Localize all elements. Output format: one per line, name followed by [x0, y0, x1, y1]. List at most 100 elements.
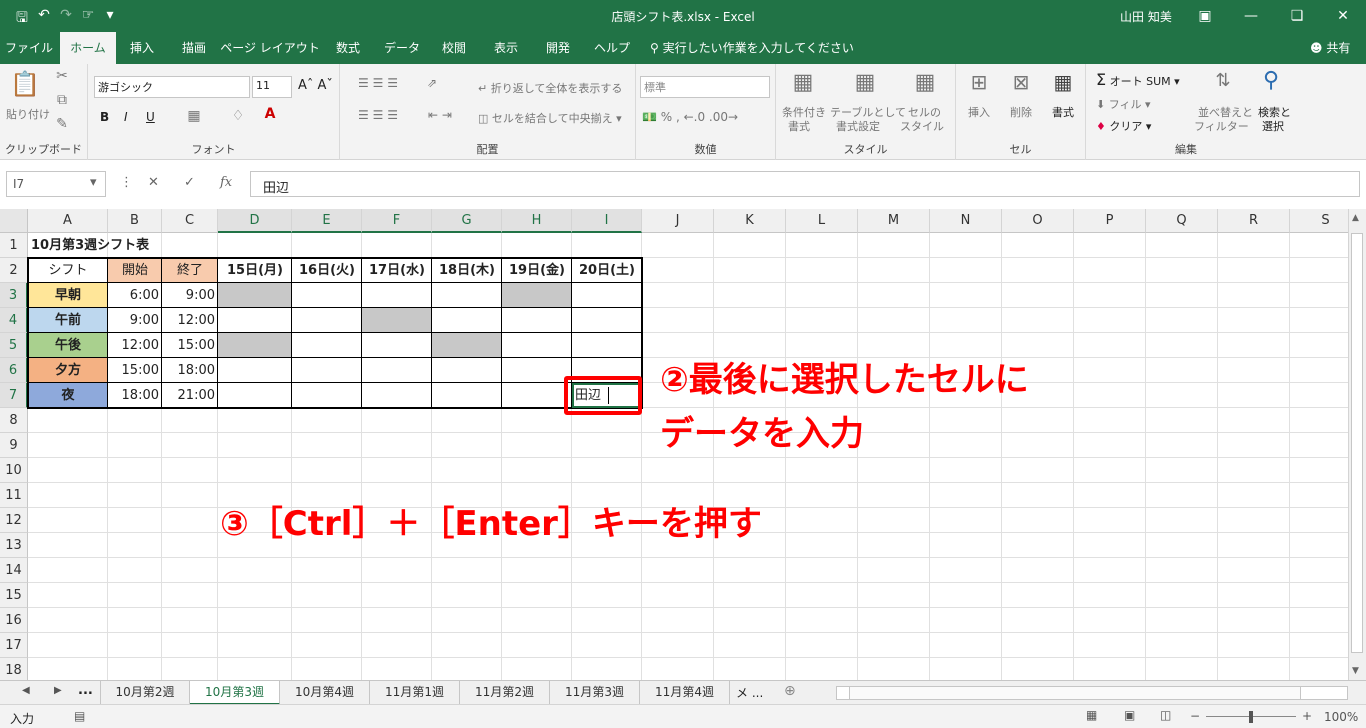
column-header[interactable]: M — [858, 209, 930, 233]
minimize-icon[interactable]: — — [1228, 0, 1274, 32]
scroll-thumb[interactable] — [1351, 233, 1363, 653]
number-format-select[interactable]: 標準 — [640, 76, 770, 98]
share-button[interactable]: ☻ 共有 — [1310, 32, 1350, 64]
bold-button[interactable]: B — [100, 110, 109, 124]
horizontal-scroll-thumb[interactable] — [849, 687, 1301, 699]
column-header[interactable]: B — [108, 209, 162, 233]
zoom-level[interactable]: 100% — [1324, 710, 1358, 724]
horizontal-scrollbar[interactable] — [836, 686, 1348, 700]
scroll-up-icon[interactable]: ▲ — [1352, 213, 1359, 223]
paste-button[interactable]: 貼り付け — [6, 106, 50, 122]
underline-button[interactable]: U — [146, 110, 155, 124]
row-header[interactable]: 8 — [0, 408, 28, 433]
indent-icons[interactable]: ⇤ ⇥ — [420, 108, 460, 122]
format-table-button-line2[interactable]: 書式設定 — [836, 118, 880, 134]
border-icon[interactable]: ▦ — [184, 108, 204, 124]
column-header[interactable]: G — [432, 209, 502, 233]
sort-filter-icon[interactable]: ⇅ — [1208, 70, 1238, 91]
cell-style-icon[interactable]: ▦ — [910, 70, 940, 95]
row-header[interactable]: 11 — [0, 483, 28, 508]
more-sheets-right[interactable]: メ ... — [736, 684, 763, 701]
conditional-format-icon[interactable]: ▦ — [788, 70, 818, 95]
tab-developer[interactable]: 開発 — [532, 32, 584, 64]
tab-formulas[interactable]: 数式 — [320, 32, 376, 64]
font-size-select[interactable]: 11 — [252, 76, 292, 98]
column-header[interactable]: K — [714, 209, 786, 233]
column-header[interactable]: L — [786, 209, 858, 233]
font-color-icon[interactable]: A — [260, 106, 280, 122]
insert-cells-icon[interactable]: ⊞ — [964, 70, 994, 94]
cell-style-button-line2[interactable]: スタイル — [900, 118, 944, 134]
column-header[interactable]: R — [1218, 209, 1290, 233]
scroll-tabs-left-icon[interactable]: ◀ — [22, 685, 30, 696]
row-header[interactable]: 5 — [0, 333, 28, 358]
restore-icon[interactable]: ❏ — [1274, 0, 1320, 32]
row-header[interactable]: 14 — [0, 558, 28, 583]
row-header[interactable]: 6 — [0, 358, 28, 383]
copy-icon[interactable]: ⧉ — [52, 92, 72, 108]
format-cells-icon[interactable]: ▦ — [1048, 70, 1078, 94]
insert-function-icon[interactable]: fx — [220, 175, 232, 190]
tab-insert[interactable]: 挿入 — [116, 32, 168, 64]
orientation-icon[interactable]: ⇗ — [420, 76, 444, 90]
sheet-tab[interactable]: 11月第3週 — [550, 681, 640, 705]
column-header[interactable]: I — [572, 209, 642, 233]
sheet-tab[interactable]: 11月第1週 — [370, 681, 460, 705]
grow-font-icon[interactable]: Aˆ Aˇ — [298, 78, 333, 93]
tab-data[interactable]: データ — [376, 32, 428, 64]
horizontal-align-icons[interactable]: ☰ ☰ ☰ — [348, 108, 408, 122]
tell-me-box[interactable]: ⚲ 実行したい作業を入力してください — [650, 32, 854, 64]
user-name[interactable]: 山田 知美 — [1120, 8, 1172, 25]
column-header[interactable]: O — [1002, 209, 1074, 233]
delete-cells-icon[interactable]: ⊠ — [1006, 70, 1036, 94]
sheet-tab-active[interactable]: 10月第3週 — [190, 681, 280, 705]
fill-color-icon[interactable]: ♢ — [228, 108, 248, 124]
number-format-icons[interactable]: 💵 % , ←.0 .00→ — [642, 110, 738, 124]
cancel-icon[interactable]: ✕ — [148, 175, 159, 190]
vertical-scrollbar[interactable]: ▲ ▼ — [1348, 209, 1366, 680]
column-header[interactable]: E — [292, 209, 362, 233]
format-painter-icon[interactable]: ✎ — [52, 116, 72, 132]
scroll-down-icon[interactable]: ▼ — [1352, 666, 1359, 676]
fill-button[interactable]: ⬇ フィル ▾ — [1096, 96, 1151, 112]
sort-filter-button-line2[interactable]: フィルター — [1194, 118, 1249, 134]
ribbon-display-icon[interactable]: ▣ — [1182, 0, 1228, 32]
column-header[interactable]: A — [28, 209, 108, 233]
more-sheets-left[interactable]: ... — [78, 683, 93, 698]
wrap-text-button[interactable]: ↵ 折り返して全体を表示する — [478, 80, 622, 96]
row-header[interactable]: 16 — [0, 608, 28, 633]
scroll-tabs-right-icon[interactable]: ▶ — [54, 685, 62, 696]
sheet-tab[interactable]: 10月第2週 — [100, 681, 190, 705]
column-header[interactable]: J — [642, 209, 714, 233]
delete-cells-button[interactable]: 削除 — [1010, 104, 1032, 120]
page-break-view-icon[interactable]: ◫ — [1160, 708, 1171, 722]
name-box-dropdown-icon[interactable]: ▾ — [90, 175, 97, 190]
new-sheet-icon[interactable]: ⊕ — [784, 683, 796, 699]
tab-home[interactable]: ホーム — [60, 32, 116, 64]
macro-record-icon[interactable]: ▤ — [74, 709, 85, 723]
tab-draw[interactable]: 描画 — [168, 32, 220, 64]
enter-icon[interactable]: ✓ — [184, 175, 195, 190]
tab-page-layout[interactable]: ページ レイアウト — [220, 32, 320, 64]
sheet-tab[interactable]: 11月第2週 — [460, 681, 550, 705]
zoom-in-icon[interactable]: + — [1302, 709, 1312, 723]
close-icon[interactable]: ✕ — [1320, 0, 1366, 32]
row-header[interactable]: 4 — [0, 308, 28, 333]
row-header[interactable]: 9 — [0, 433, 28, 458]
tab-view[interactable]: 表示 — [480, 32, 532, 64]
italic-button[interactable]: I — [124, 110, 128, 124]
merge-center-button[interactable]: ◫ セルを結合して中央揃え ▾ — [478, 110, 622, 126]
row-header[interactable]: 10 — [0, 458, 28, 483]
row-header[interactable]: 7 — [0, 383, 28, 408]
formula-input[interactable]: 田辺 — [250, 171, 1360, 197]
insert-cells-button[interactable]: 挿入 — [968, 104, 990, 120]
font-name-select[interactable]: 游ゴシック — [94, 76, 250, 98]
normal-view-icon[interactable]: ▦ — [1086, 708, 1097, 722]
format-table-icon[interactable]: ▦ — [850, 70, 880, 95]
tab-help[interactable]: ヘルプ — [584, 32, 640, 64]
column-header[interactable]: F — [362, 209, 432, 233]
conditional-format-button-line2[interactable]: 書式 — [788, 118, 810, 134]
sheet-tab[interactable]: 11月第4週 — [640, 681, 730, 705]
select-all-corner[interactable] — [0, 209, 28, 233]
column-header[interactable]: D — [218, 209, 292, 233]
